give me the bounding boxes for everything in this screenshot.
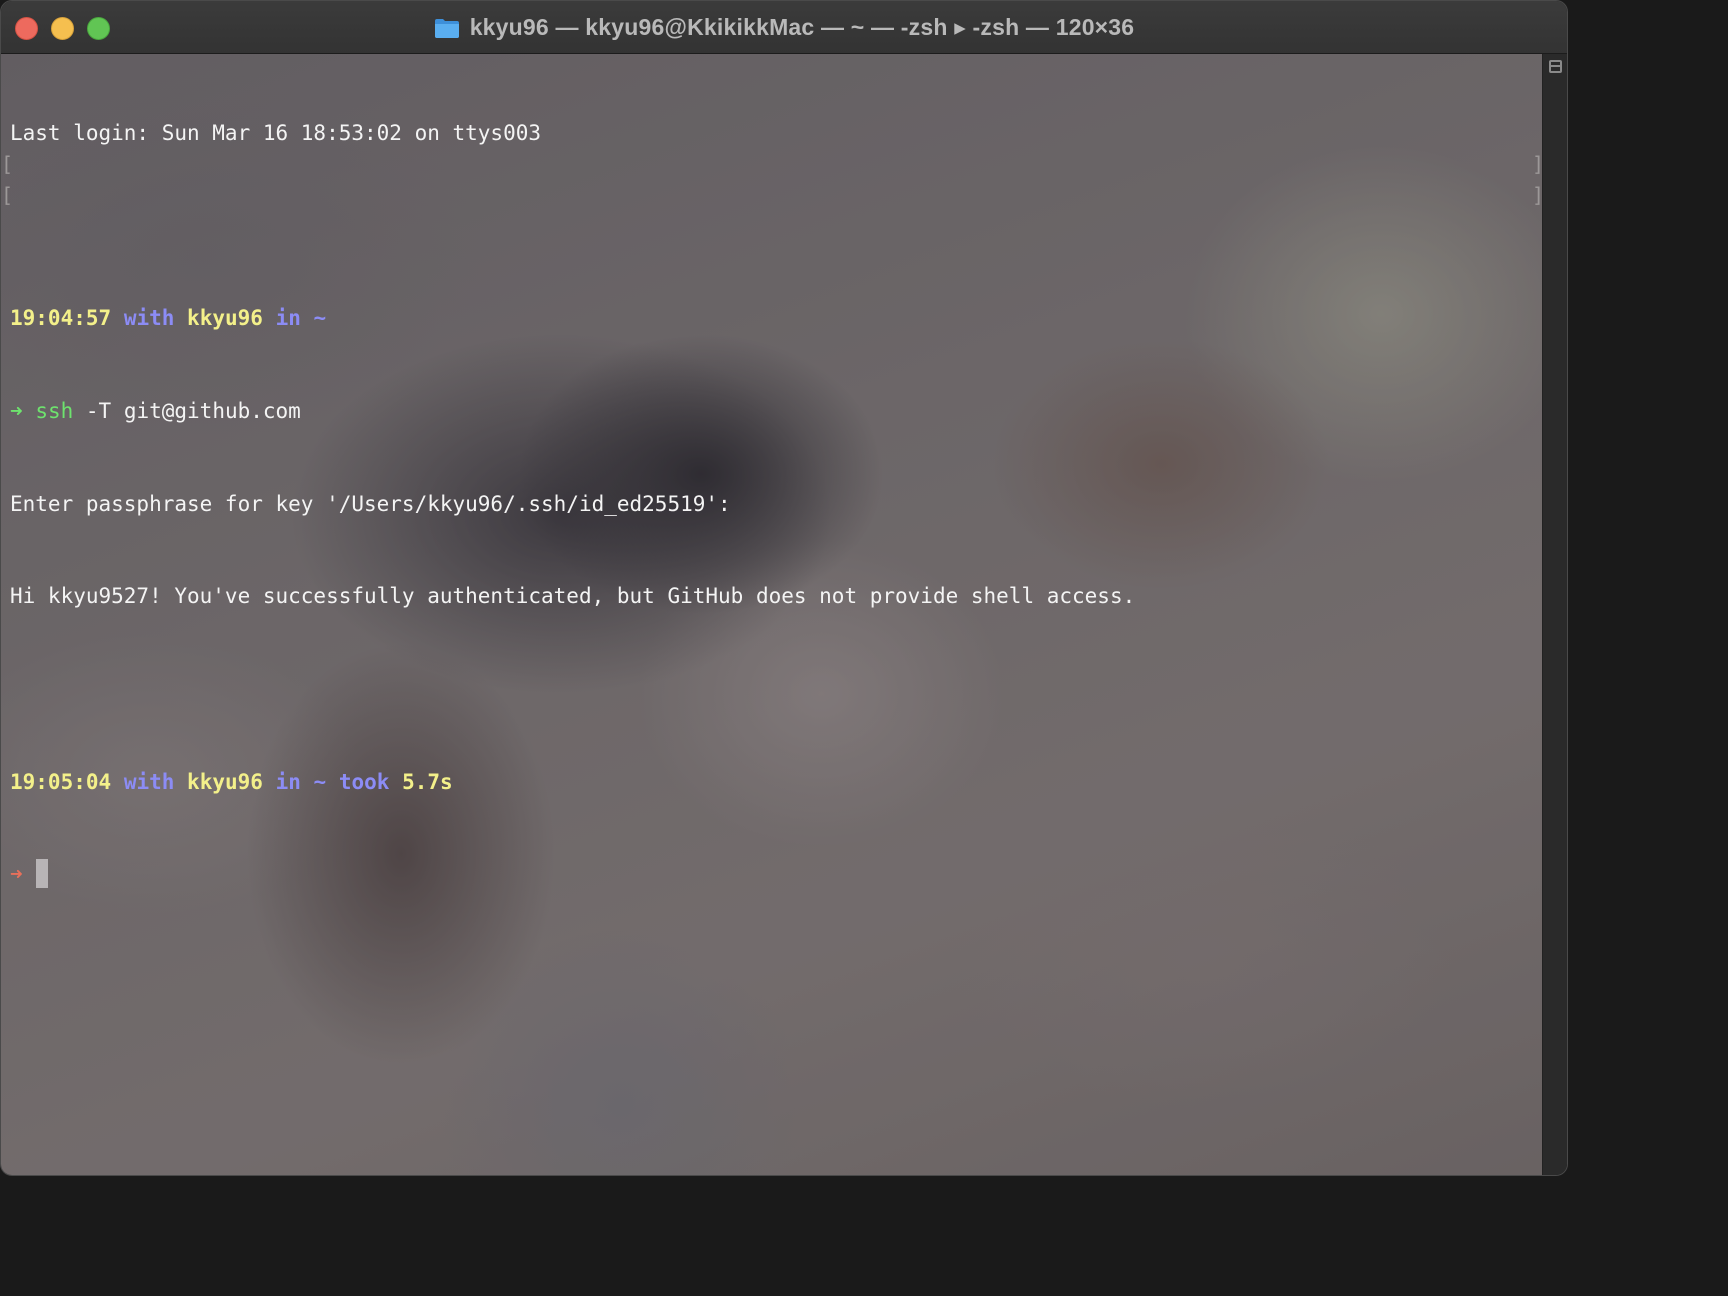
text-cursor — [36, 859, 49, 889]
prompt-in: in — [275, 769, 301, 794]
last-login-line: Last login: Sun Mar 16 18:53:02 on ttys0… — [10, 118, 1135, 149]
prompt-arrow-icon: ➜ — [10, 862, 23, 887]
prompt-took: took — [338, 769, 390, 794]
command-program: ssh — [35, 398, 74, 423]
passphrase-prompt: Enter passphrase for key '/Users/kkyu96/… — [10, 491, 731, 516]
command-args: -T git@github.com — [73, 398, 301, 423]
prompt-duration: 5.7s — [402, 769, 453, 794]
title-bar[interactable]: kkyu96 — kkyu96@KkikikkMac — ~ — -zsh ▸ … — [1, 1, 1567, 54]
output-line: Hi kkyu9527! You've successfully authent… — [10, 581, 1135, 612]
terminal-output[interactable]: Last login: Sun Mar 16 18:53:02 on ttys0… — [10, 56, 1135, 952]
folder-icon — [434, 18, 459, 38]
input-line[interactable]: ➜ — [10, 859, 1135, 890]
last-login-text: Last login: Sun Mar 16 18:53:02 on ttys0… — [10, 120, 542, 145]
split-pane-icon[interactable] — [1549, 60, 1562, 73]
prompt-in: in — [275, 306, 301, 331]
prompt-time: 19:05:04 — [10, 769, 112, 794]
output-line: Enter passphrase for key '/Users/kkyu96/… — [10, 489, 1135, 520]
prompt-user: kkyu96 — [187, 306, 263, 331]
command-line: ➜ ssh -T git@github.com — [10, 396, 1135, 427]
prompt-with: with — [123, 769, 175, 794]
line-mark-right: ] — [1532, 183, 1545, 207]
window-title: kkyu96 — kkyu96@KkikikkMac — ~ — -zsh ▸ … — [469, 14, 1135, 40]
scrollbar[interactable] — [1542, 54, 1567, 1175]
auth-message: Hi kkyu9527! You've successfully authent… — [10, 584, 1136, 609]
prompt-with: with — [123, 306, 175, 331]
window-title-container: kkyu96 — kkyu96@KkikikkMac — ~ — -zsh ▸ … — [1, 1, 1567, 54]
line-mark-right: ] — [1532, 152, 1545, 176]
prompt-dir: ~ — [313, 769, 327, 794]
prompt-time: 19:04:57 — [10, 306, 112, 331]
prompt-user: kkyu96 — [187, 769, 263, 794]
prompt-line: 19:04:57 with kkyu96 in ~ — [10, 303, 1135, 334]
prompt-dir: ~ — [313, 306, 327, 331]
prompt-arrow-icon: ➜ — [10, 398, 23, 423]
prompt-line: 19:05:04 with kkyu96 in ~ took 5.7s — [10, 767, 1135, 798]
terminal-window: kkyu96 — kkyu96@KkikikkMac — ~ — -zsh ▸ … — [0, 0, 1568, 1176]
